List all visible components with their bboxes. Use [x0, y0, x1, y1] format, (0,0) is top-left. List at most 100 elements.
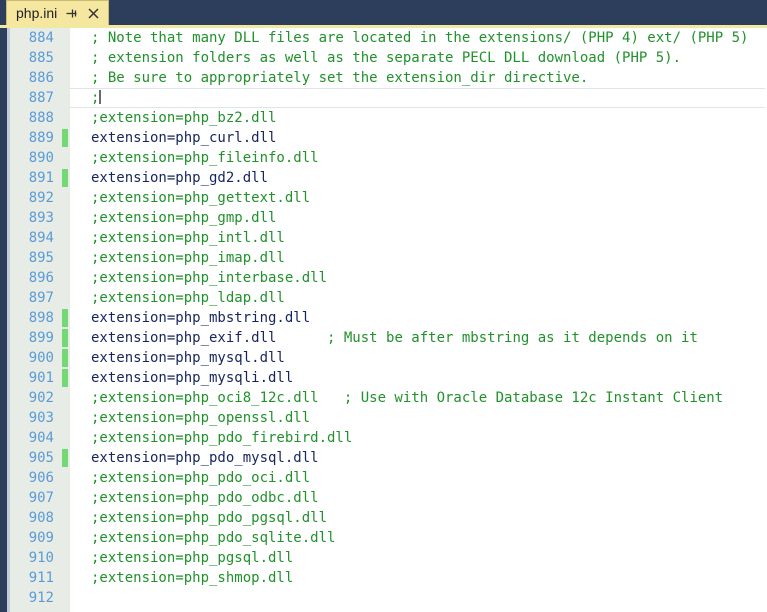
gutter-row: 888	[10, 108, 70, 128]
code-line-text: ; Be sure to appropriately set the exten…	[91, 70, 589, 86]
gutter-row: 893	[10, 208, 70, 228]
gutter-row: 896	[10, 268, 70, 288]
line-number: 884	[28, 30, 54, 46]
code-line[interactable]: ;extension=php_interbase.dll	[70, 268, 767, 288]
code-row[interactable]: ;extension=php_imap.dll	[70, 248, 767, 268]
code-row[interactable]: ;extension=php_bz2.dll	[70, 108, 767, 128]
code-line[interactable]: extension=php_pdo_mysql.dll	[70, 448, 767, 468]
code-line[interactable]: extension=php_mbstring.dll	[70, 308, 767, 328]
code-row[interactable]: ;extension=php_ldap.dll	[70, 288, 767, 308]
code-row[interactable]: extension=php_mbstring.dll	[70, 308, 767, 328]
code-row[interactable]: ;extension=php_pdo_sqlite.dll	[70, 528, 767, 548]
code-row[interactable]: extension=php_pdo_mysql.dll	[70, 448, 767, 468]
code-line[interactable]: ;extension=php_bz2.dll	[70, 108, 767, 128]
gutter-row: 894	[10, 228, 70, 248]
line-number: 910	[28, 550, 54, 566]
gutter-row: 895	[10, 248, 70, 268]
code-line-text: ;extension=php_pdo_odbc.dll	[91, 490, 319, 506]
line-number: 907	[28, 490, 54, 506]
code-row[interactable]: ;extension=php_pdo_pgsql.dll	[70, 508, 767, 528]
line-number: 909	[28, 530, 54, 546]
line-number: 895	[28, 250, 54, 266]
line-number: 901	[10, 368, 70, 388]
code-row[interactable]: ; extension folders as well as the separ…	[70, 48, 767, 68]
line-number: 912	[28, 590, 54, 606]
code-line[interactable]: ;extension=php_openssl.dll	[70, 408, 767, 428]
gutter-row: 898	[10, 308, 70, 328]
code-line[interactable]: ;extension=php_pdo_pgsql.dll	[70, 508, 767, 528]
code-line[interactable]: ; extension folders as well as the separ…	[70, 48, 767, 68]
line-number-gutter[interactable]: 884 885 886 887 888 889 890 891 892 893 894 895 896 8…	[10, 28, 70, 612]
code-line[interactable]: extension=php_gd2.dll	[70, 168, 767, 188]
code-row[interactable]: ;extension=php_openssl.dll	[70, 408, 767, 428]
gutter-row: 887	[10, 88, 70, 108]
code-row[interactable]: ;extension=php_gettext.dll	[70, 188, 767, 208]
code-line-text: ;extension=php_intl.dll	[91, 230, 285, 246]
line-number: 906	[28, 470, 54, 486]
gutter-row: 884	[10, 28, 70, 48]
code-row[interactable]: ;extension=php_gmp.dll	[70, 208, 767, 228]
code-row[interactable]	[70, 588, 767, 608]
code-row[interactable]: ; Be sure to appropriately set the exten…	[70, 68, 767, 88]
code-line[interactable]: ;extension=php_oci8_12c.dll ; Use with O…	[70, 388, 767, 408]
code-line[interactable]: extension=php_curl.dll	[70, 128, 767, 148]
code-row[interactable]: extension=php_gd2.dll	[70, 168, 767, 188]
code-line[interactable]: ;extension=php_pdo_firebird.dll	[70, 428, 767, 448]
code-line[interactable]: ;extension=php_pdo_odbc.dll	[70, 488, 767, 508]
code-line[interactable]: ;extension=php_pdo_oci.dll	[70, 468, 767, 488]
code-row[interactable]: ;extension=php_pgsql.dll	[70, 548, 767, 568]
line-number: 902	[28, 390, 54, 406]
line-number: 896	[28, 270, 54, 286]
code-line[interactable]: extension=php_mysqli.dll	[70, 368, 767, 388]
code-line[interactable]: ; Note that many DLL files are located i…	[70, 28, 767, 48]
pin-icon[interactable]	[64, 6, 79, 21]
code-row[interactable]: ;extension=php_shmop.dll	[70, 568, 767, 588]
code-line-text: ;extension=php_fileinfo.dll	[91, 150, 319, 166]
code-line-text: extension=php_mbstring.dll	[91, 310, 311, 326]
code-row[interactable]: ; Note that many DLL files are located i…	[70, 28, 767, 48]
code-row[interactable]: ;extension=php_pdo_oci.dll	[70, 468, 767, 488]
code-line-text: ;extension=php_gmp.dll	[91, 210, 277, 226]
gutter-row: 886	[10, 68, 70, 88]
gutter-row: 905	[10, 448, 70, 468]
code-line[interactable]: ;extension=php_pdo_sqlite.dll	[70, 528, 767, 548]
code-line[interactable]: ;extension=php_shmop.dll	[70, 568, 767, 588]
tab-label: php.ini	[16, 5, 58, 21]
code-line[interactable]: ;extension=php_ldap.dll	[70, 288, 767, 308]
code-row[interactable]: extension=php_exif.dll ; Must be after m…	[70, 328, 767, 348]
code-row[interactable]: ;extension=php_pdo_odbc.dll	[70, 488, 767, 508]
code-line[interactable]: ;extension=php_imap.dll	[70, 248, 767, 268]
code-row[interactable]: ;	[70, 88, 767, 108]
editor-window: php.ini 884 885 886 887 888 889 890 891 892 893 89…	[0, 0, 767, 612]
code-line-text: extension=php_pdo_mysql.dll	[91, 450, 319, 466]
code-line[interactable]: ;extension=php_gettext.dll	[70, 188, 767, 208]
code-row[interactable]: ;extension=php_intl.dll	[70, 228, 767, 248]
code-editor[interactable]: 884 885 886 887 888 889 890 891 892 893 894 895 896 8…	[0, 28, 767, 612]
code-line[interactable]: ;extension=php_gmp.dll	[70, 208, 767, 228]
code-row[interactable]: ;extension=php_fileinfo.dll	[70, 148, 767, 168]
code-line[interactable]: ;extension=php_intl.dll	[70, 228, 767, 248]
code-row[interactable]: ;extension=php_oci8_12c.dll ; Use with O…	[70, 388, 767, 408]
gutter-row: 899	[10, 328, 70, 348]
code-line[interactable]: ;	[70, 88, 765, 108]
code-line-text: ;extension=php_openssl.dll	[91, 410, 311, 426]
code-row[interactable]: ;extension=php_interbase.dll	[70, 268, 767, 288]
code-line[interactable]: ;extension=php_fileinfo.dll	[70, 148, 767, 168]
tab-php-ini[interactable]: php.ini	[6, 0, 110, 25]
code-line[interactable]: ;extension=php_pgsql.dll	[70, 548, 767, 568]
code-line[interactable]: extension=php_exif.dll ; Must be after m…	[70, 328, 767, 348]
code-row[interactable]: extension=php_mysql.dll	[70, 348, 767, 368]
code-line[interactable]: ; Be sure to appropriately set the exten…	[70, 68, 767, 88]
code-row[interactable]: extension=php_curl.dll	[70, 128, 767, 148]
code-line[interactable]: extension=php_mysql.dll	[70, 348, 767, 368]
gutter-row: 889	[10, 128, 70, 148]
code-line-text: ;extension=php_interbase.dll	[91, 270, 328, 286]
line-number: 905	[10, 448, 70, 468]
close-icon[interactable]	[86, 6, 101, 21]
code-line[interactable]	[70, 588, 767, 608]
gutter-row: 885	[10, 48, 70, 68]
line-number: 893	[28, 210, 54, 226]
code-text-area[interactable]: ; Note that many DLL files are located i…	[70, 28, 767, 612]
code-row[interactable]: ;extension=php_pdo_firebird.dll	[70, 428, 767, 448]
code-row[interactable]: extension=php_mysqli.dll	[70, 368, 767, 388]
